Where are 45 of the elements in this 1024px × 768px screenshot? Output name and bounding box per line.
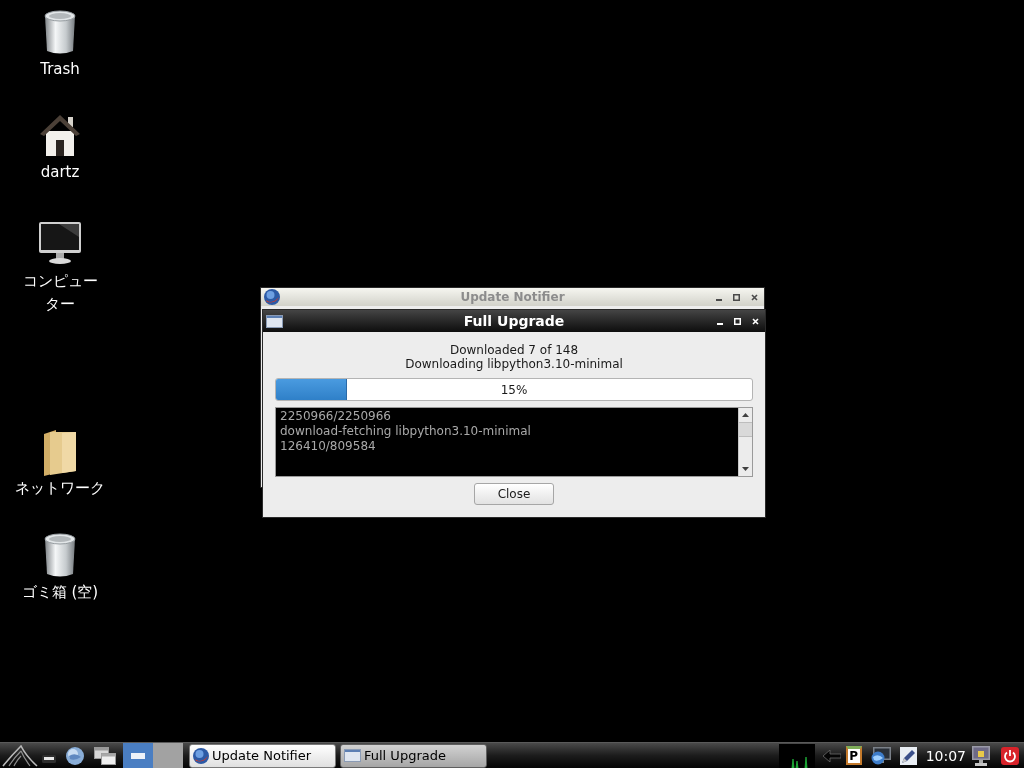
taskbar-button[interactable]: Full Upgrade (340, 743, 487, 768)
desktop-icon-label[interactable]: ゴミ箱 (空) (21, 581, 99, 604)
window-title: Update Notifier (460, 289, 565, 306)
start-menu-icon[interactable] (2, 744, 38, 767)
network-monitor-icon[interactable] (870, 746, 891, 765)
trash-can-icon[interactable] (44, 533, 76, 579)
trash-can-icon[interactable] (44, 10, 76, 56)
close-button[interactable]: Close (474, 483, 554, 505)
log-line: 126410/809584 (280, 439, 376, 454)
desktop-icon-label[interactable]: Trash (40, 58, 80, 81)
scrollbar[interactable] (738, 408, 752, 476)
window-icon (266, 314, 283, 328)
scroll-thumb[interactable] (739, 422, 752, 437)
mini-window-icon (131, 752, 145, 759)
desktop-icon-label[interactable]: dartz (40, 161, 80, 184)
pen-icon[interactable] (899, 746, 917, 765)
maximize-icon[interactable] (733, 293, 740, 301)
window-icon (344, 749, 361, 762)
window-title: Full Upgrade (463, 311, 565, 331)
desktop-icon-label[interactable]: ネットワーク (15, 477, 105, 500)
clock[interactable]: 10:07 (925, 747, 966, 764)
power-icon[interactable] (1001, 746, 1019, 765)
desktop-icon-label[interactable]: コンピューター (18, 270, 102, 316)
scroll-up-icon[interactable] (742, 413, 749, 417)
folder-icon[interactable] (42, 429, 78, 477)
log-line: download-fetching libpython3.10-minimal (280, 424, 531, 439)
monitor-icon[interactable] (39, 222, 81, 264)
house-icon[interactable] (40, 113, 80, 156)
status-text: Downloaded 7 of 148 (449, 343, 579, 357)
log-line: 2250966/2250966 (280, 409, 391, 424)
status-text: Downloading libpython3.10-minimal (405, 357, 623, 371)
clipboard-button[interactable]: P (845, 746, 862, 765)
monitor-lock-icon[interactable] (972, 745, 990, 766)
drive-icon[interactable] (42, 754, 56, 763)
globe-icon (264, 289, 280, 305)
windows-icon[interactable] (94, 746, 116, 765)
globe-icon[interactable] (66, 746, 84, 765)
taskbar-button[interactable]: Update Notifier (189, 743, 336, 768)
scroll-down-icon[interactable] (742, 467, 749, 471)
globe-icon (193, 747, 209, 764)
close-icon[interactable] (751, 293, 758, 301)
workspace-cell[interactable] (123, 743, 153, 768)
cpu-usage-graph[interactable] (778, 744, 815, 768)
workspace-cell[interactable] (153, 743, 183, 768)
progress-label: 15% (500, 382, 528, 397)
